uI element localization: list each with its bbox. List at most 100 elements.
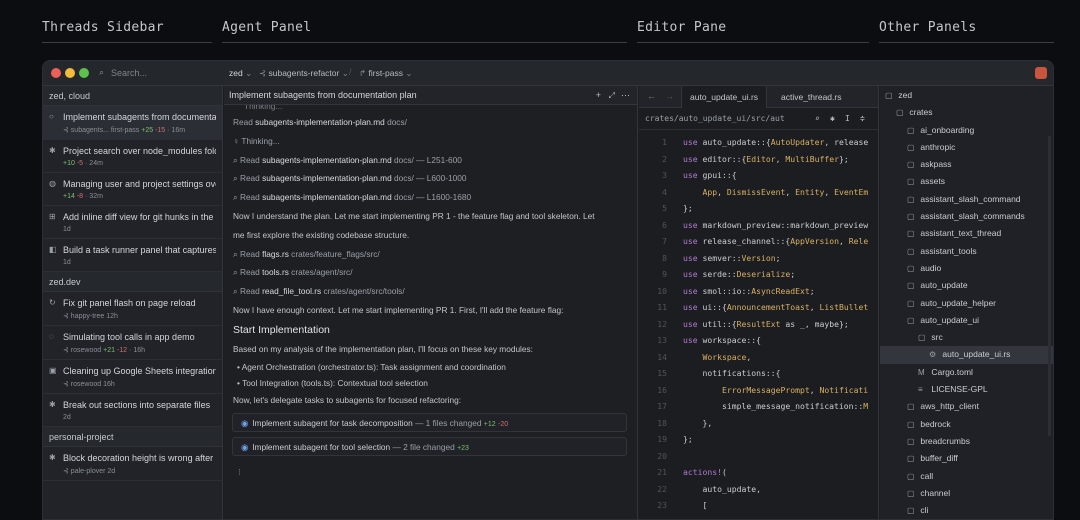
code-editor[interactable]: 1use auto_update::{AutoUpdater, release2… [639,130,878,520]
file-path: docs/ — L251-600 [394,155,462,165]
tool-call-read[interactable]: ⌕ Read read_file_tool.rs crates/agent/sr… [224,282,637,301]
input-cursor[interactable]: ⁝ [224,467,637,478]
thread-item[interactable]: ◍Managing user and project settings over… [43,173,222,206]
group-header[interactable]: zed.dev [43,272,222,292]
tree-item[interactable]: ▢ bedrock [880,416,1054,433]
bullet-text: Tool Integration (tools.ts): Contextual … [242,378,428,388]
tool-call-read[interactable]: Read subagents-implementation-plan.md do… [224,113,637,132]
section-label-agent: Agent Panel [222,20,311,35]
tool-label: Read [240,249,260,259]
tab-active-thread[interactable]: active_thread.rs [773,86,849,108]
app-window: ⌕ Search... zed ⌄ ⊰ subagents-refactor ⌄… [42,60,1054,520]
sparkle-icon[interactable]: ✱ [830,108,835,130]
tree-item-label: buffer_diff [920,453,958,463]
more-options-icon[interactable]: ⋯ [621,86,630,105]
tree-item-label: cli [920,505,928,515]
thread-item[interactable]: ○Implement subagents from documentation … [43,106,222,140]
file-name: subagents-implementation-plan.md [262,155,392,165]
expand-icon[interactable]: ⤢ [609,86,615,105]
tree-item[interactable]: ▢ auto_update_ui [880,312,1054,329]
tree-item[interactable]: ▢ cli [880,502,1054,519]
code-token: , [810,302,820,312]
tree-item[interactable]: ▢ buffer_diff [880,450,1054,467]
tool-call-read[interactable]: ⌕ Read subagents-implementation-plan.md … [224,151,637,170]
thinking-line[interactable]: ♀ Thinking... [224,132,637,151]
tree-item[interactable]: ▢ assistant_text_thread [880,225,1054,242]
tree-item[interactable]: ▢ assistant_tools [880,243,1054,260]
tree-item[interactable]: ▢ assets [880,173,1054,190]
folder-icon: ▢ [907,312,918,329]
section-label-threads: Threads Sidebar [42,20,164,35]
file-path: crates/agent/src/ [291,267,352,277]
tree-item[interactable]: ▢ anthropic [880,139,1054,156]
close-window-button[interactable] [51,68,61,78]
project-menu[interactable]: zed ⌄ [229,68,252,79]
thread-age: 2d [107,468,115,475]
code-token: use [683,335,703,345]
code-line: 9use serde::Deserialize; [639,266,878,283]
cursor-icon[interactable]: I [845,108,850,130]
thread-item[interactable]: ◧Build a task runner panel that captures… [43,239,222,272]
thread-item[interactable]: ✱Break out sections into separate files2… [43,394,222,427]
tree-item[interactable]: ▢ audio [880,260,1054,277]
line-number: 5 [639,200,667,217]
tree-item[interactable]: ▢ auto_update [880,277,1054,294]
branch-menu[interactable]: ⊰ subagents-refactor ⌄ [259,68,349,79]
new-thread-icon[interactable]: + [596,86,601,105]
pass-menu[interactable]: ↱ first-pass ⌄ [359,68,412,79]
tree-item-label: auto_update_ui.rs [942,349,1010,359]
message-text: me first explore the existing codebase s… [224,226,637,245]
subagent-card[interactable]: ◉Implement subagent for task decompositi… [232,413,627,432]
thread-item[interactable]: ↻Fix git panel flash on page reload⊰ hap… [43,292,222,326]
maximize-window-button[interactable] [79,68,89,78]
thread-item[interactable]: ✱Project search over node_modules folder… [43,140,222,173]
tool-call-read[interactable]: ⌕ Read tools.rs crates/agent/src/ [224,263,637,282]
thread-item[interactable]: ▣Cleaning up Google Sheets integration⊰ … [43,360,222,394]
tree-item[interactable]: ≡ LICENSE-GPL [880,381,1054,398]
search-icon: ⌕ [233,267,240,277]
thread-branch: ⊰ subagents... first-pass [63,127,139,134]
tree-item-label: aws_http_client [920,401,979,411]
lines-added: +21 [103,347,115,354]
scrollbar[interactable] [1048,136,1051,436]
minimize-window-button[interactable] [65,68,75,78]
tool-call-read[interactable]: ⌕ Read subagents-implementation-plan.md … [224,169,637,188]
tree-item[interactable]: ▢ breadcrumbs [880,433,1054,450]
code-token: ; [776,253,781,263]
tree-item[interactable]: ▢ askpass [880,156,1054,173]
tree-item[interactable]: ▢ call [880,468,1054,485]
avatar[interactable] [1035,67,1047,79]
thread-item[interactable]: ⊞Add inline diff view for git hunks in t… [43,206,222,239]
group-header[interactable]: personal-project [43,427,222,447]
group-header[interactable]: zed, cloud [43,86,222,106]
tree-item[interactable]: ⚙ auto_update_ui.rs [880,346,1054,363]
tree-item[interactable]: ▢ aws_http_client [880,398,1054,415]
subagent-card[interactable]: ◉Implement subagent for tool selection —… [232,437,627,456]
tree-item[interactable]: ▢ src [880,329,1054,346]
message-text: Now I understand the plan. Let me start … [224,207,637,226]
forward-arrow-icon[interactable]: → [665,91,674,101]
tree-item[interactable]: ▢ assistant_slash_commands [880,208,1054,225]
thread-item[interactable]: ◌Simulating tool calls in app demo⊰ rose… [43,326,222,360]
tree-item[interactable]: ▢ channel [880,485,1054,502]
agent-thread-content: Thinking...Read subagents-implementation… [224,105,637,478]
thread-item[interactable]: ✱Block decoration height is wrong after … [43,447,222,481]
code-token: Deserialize [737,269,791,279]
search-icon[interactable]: ⌕ [815,108,820,130]
tab-auto-update-ui[interactable]: auto_update_ui.rs [681,86,767,108]
back-arrow-icon[interactable]: ← [647,91,656,101]
tree-item[interactable]: ▢ zed [880,87,1054,104]
code-token: auto_update::{ [703,137,771,147]
sidebar-search-input[interactable]: Search... [111,68,147,78]
tool-call-read[interactable]: ⌕ Read flags.rs crates/feature_flags/src… [224,245,637,264]
settings-icon[interactable]: ≑ [860,108,865,130]
tree-item[interactable]: ▢ crates [880,104,1054,121]
tree-item[interactable]: M Cargo.toml [880,364,1054,381]
tool-call-read[interactable]: ⌕ Read subagents-implementation-plan.md … [224,188,637,207]
tree-item[interactable]: ▢ auto_update_helper [880,295,1054,312]
tree-item[interactable]: ▢ ai_onboarding [880,122,1054,139]
search-icon: ⌕ [233,155,240,165]
code-line: 23 [ [639,497,878,514]
tree-item[interactable]: ▢ assistant_slash_command [880,191,1054,208]
code-token: use [683,319,703,329]
